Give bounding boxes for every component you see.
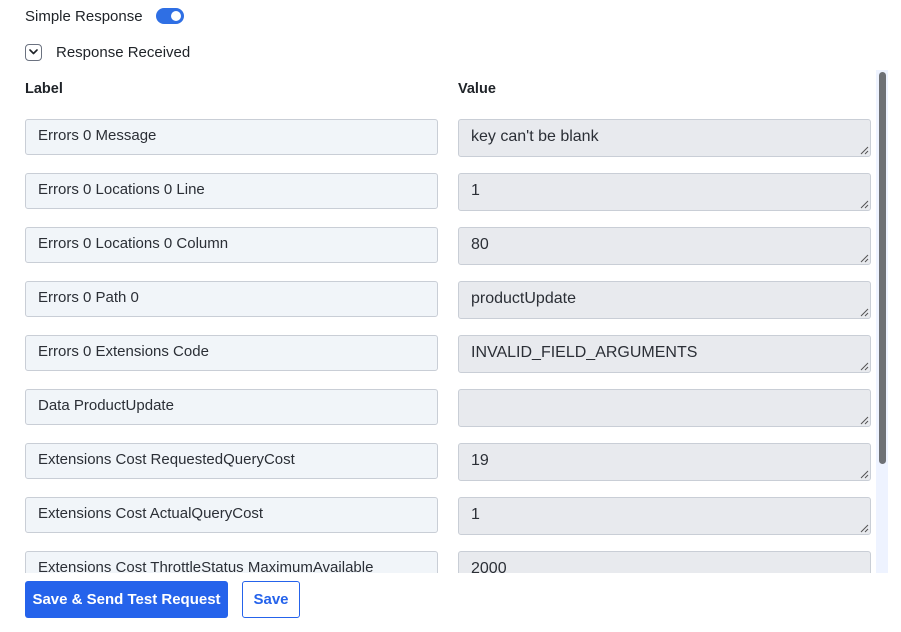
chevron-down-icon[interactable] [25, 43, 42, 61]
field-label: Extensions Cost ThrottleStatus MaximumAv… [25, 551, 438, 573]
field-label: Errors 0 Locations 0 Line [25, 173, 438, 209]
response-received-header[interactable]: Response Received [25, 42, 190, 62]
field-value-textarea[interactable]: 19 [458, 443, 871, 481]
simple-response-setting: Simple Response [25, 5, 184, 27]
field-label: Extensions Cost RequestedQueryCost [25, 443, 438, 479]
response-fields-scroll-area[interactable]: Label Value Errors 0 Message key can't b… [0, 70, 890, 573]
toggle-knob [170, 11, 181, 21]
field-value-text: INVALID_FIELD_ARGUMENTS [471, 344, 698, 361]
value-column-header: Value [458, 81, 496, 97]
response-received-label: Response Received [56, 43, 191, 61]
field-value-textarea[interactable]: 1 [458, 173, 871, 211]
simple-response-toggle[interactable] [155, 8, 184, 24]
resize-grip-icon[interactable] [860, 524, 869, 533]
field-label: Errors 0 Path 0 [25, 281, 438, 317]
field-label: Extensions Cost ActualQueryCost [25, 497, 438, 533]
field-label: Data ProductUpdate [25, 389, 438, 425]
field-row: Errors 0 Locations 0 Column 80 [0, 227, 890, 281]
field-value-textarea[interactable]: 1 [458, 497, 871, 535]
field-value-text: 19 [471, 452, 489, 469]
field-row: Errors 0 Extensions Code INVALID_FIELD_A… [0, 335, 890, 389]
resize-grip-icon[interactable] [860, 200, 869, 209]
resize-grip-icon[interactable] [860, 254, 869, 263]
field-row: Errors 0 Path 0 productUpdate [0, 281, 890, 335]
resize-grip-icon[interactable] [860, 362, 869, 371]
field-value-text: 1 [471, 182, 480, 199]
field-value-textarea[interactable]: key can't be blank [458, 119, 871, 157]
field-row: Errors 0 Message key can't be blank [0, 119, 890, 173]
field-value-text: productUpdate [471, 290, 576, 307]
field-label: Errors 0 Extensions Code [25, 335, 438, 371]
field-row: Extensions Cost ThrottleStatus MaximumAv… [0, 551, 890, 573]
resize-grip-icon[interactable] [860, 470, 869, 479]
response-fields-list: Errors 0 Message key can't be blank Erro… [0, 119, 890, 573]
resize-grip-icon[interactable] [860, 146, 869, 155]
field-value-text: 2000 [471, 560, 507, 573]
save-button[interactable]: Save [242, 581, 300, 618]
field-value-textarea[interactable]: 80 [458, 227, 871, 265]
field-row: Extensions Cost ActualQueryCost 1 [0, 497, 890, 551]
field-row: Extensions Cost RequestedQueryCost 19 [0, 443, 890, 497]
field-value-text: 1 [471, 506, 480, 523]
field-label: Errors 0 Message [25, 119, 438, 155]
action-footer: Save & Send Test Request Save [0, 573, 901, 632]
field-value-textarea[interactable]: productUpdate [458, 281, 871, 319]
field-value-textarea[interactable]: 2000 [458, 551, 871, 573]
field-value-text: 80 [471, 236, 489, 253]
resize-grip-icon[interactable] [860, 308, 869, 317]
field-row: Errors 0 Locations 0 Line 1 [0, 173, 890, 227]
label-column-header: Label [25, 81, 63, 97]
scrollbar-thumb[interactable] [879, 72, 886, 464]
resize-grip-icon[interactable] [860, 416, 869, 425]
field-value-text: key can't be blank [471, 128, 599, 145]
save-and-send-test-request-button[interactable]: Save & Send Test Request [25, 581, 228, 618]
field-row: Data ProductUpdate [0, 389, 890, 443]
field-label: Errors 0 Locations 0 Column [25, 227, 438, 263]
field-value-textarea[interactable] [458, 389, 871, 427]
field-value-textarea[interactable]: INVALID_FIELD_ARGUMENTS [458, 335, 871, 373]
simple-response-label: Simple Response [25, 7, 143, 25]
